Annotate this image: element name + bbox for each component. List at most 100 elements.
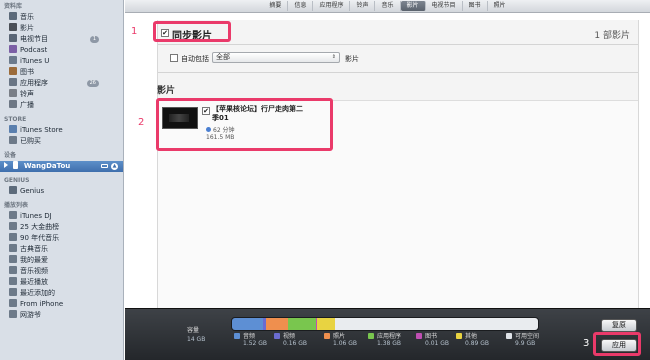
disclosure-triangle-icon[interactable]	[4, 162, 8, 168]
legend-name: 音频	[243, 333, 256, 340]
legend-value: 0.01 GB	[425, 340, 450, 347]
sidebar-item-playlist[interactable]: From iPhone	[0, 299, 123, 310]
legend-swatch	[368, 333, 374, 339]
legend-value: 1.38 GB	[377, 340, 402, 347]
sidebar-item-tv[interactable]: 电视节目 1	[0, 34, 123, 45]
legend-swatch	[324, 333, 330, 339]
sidebar-item-label: From iPhone	[20, 300, 64, 308]
divider	[158, 44, 638, 45]
genius-atom-icon	[9, 186, 17, 194]
sidebar-item-playlist[interactable]: 网游爷	[0, 310, 123, 321]
legend-item: 图书 0.01 GB	[416, 333, 450, 347]
sidebar-item-gear-playlist[interactable]: 最近添加的	[0, 288, 123, 299]
tab-7[interactable]: 图书	[463, 1, 488, 11]
tab-1[interactable]: 信息	[288, 1, 314, 11]
legend-value: 1.06 GB	[333, 340, 358, 347]
sidebar-item-radio[interactable]: 广播	[0, 100, 123, 111]
divider	[158, 72, 638, 73]
sidebar-item-label: 电视节目	[20, 35, 48, 43]
sidebar-item-label: 影片	[20, 24, 34, 32]
bell-icon	[9, 89, 17, 97]
gear-playlist-icon	[9, 222, 17, 230]
gear-playlist-icon	[9, 255, 17, 263]
sidebar-item-label: iTunes Store	[20, 126, 63, 134]
sidebar-item-graduation-cap[interactable]: iTunes U	[0, 56, 123, 67]
legend-name: 视频	[283, 333, 296, 340]
tab-6[interactable]: 电视节目	[426, 1, 463, 11]
auto-include-checkbox[interactable]	[170, 54, 178, 62]
legend-item: 应用程序 1.38 GB	[368, 333, 402, 347]
revert-button[interactable]: 复原	[601, 319, 637, 332]
sidebar-item-film[interactable]: 影片	[0, 23, 123, 34]
legend-item: 照片 1.06 GB	[324, 333, 358, 347]
legend-name: 图书	[425, 333, 438, 340]
gear-playlist-icon	[9, 288, 17, 296]
gear-playlist-icon	[9, 266, 17, 274]
sidebar-item-label: 我的最爱	[20, 256, 48, 264]
tab-2[interactable]: 应用程序	[313, 1, 351, 11]
capacity-bar	[231, 317, 539, 331]
sidebar-item-label: iTunes DJ	[20, 212, 52, 220]
tab-3[interactable]: 铃声	[350, 1, 376, 11]
sidebar: 资料库 音乐 影片 电视节目 1 Podcast iTunes U 图书 应用程序 26 铃声 广播…	[0, 0, 124, 360]
sidebar-item-gear-playlist[interactable]: 25 大金曲榜	[0, 222, 123, 233]
sidebar-item-label: 最近添加的	[20, 289, 55, 297]
eject-icon[interactable]: ▲	[111, 163, 118, 170]
legend-item: 音频 1.52 GB	[234, 333, 268, 347]
sidebar-item-bell[interactable]: 铃声	[0, 89, 123, 100]
sidebar-item-podcast[interactable]: Podcast	[0, 45, 123, 56]
tab-5[interactable]: 影片	[400, 1, 426, 11]
legend-value: 1.52 GB	[243, 340, 268, 347]
playlists-list: iTunes DJ 25 大金曲榜 90 年代音乐 古典音乐我的最爱音乐视频 最近播放最…	[0, 211, 123, 321]
sidebar-item-gear-playlist[interactable]: 我的最爱	[0, 255, 123, 266]
sidebar-item-label: 应用程序	[20, 79, 48, 87]
dj-icon	[9, 211, 17, 219]
sidebar-item-device[interactable]: WangDaTou ▲	[0, 161, 123, 172]
legend-swatch	[416, 333, 422, 339]
apps-icon	[9, 78, 17, 86]
sidebar-item-gear-playlist[interactable]: 古典音乐	[0, 244, 123, 255]
sidebar-item-label: iTunes U	[20, 57, 50, 65]
legend-swatch	[274, 333, 280, 339]
tab-0[interactable]: 摘要	[263, 1, 289, 11]
playlists-header: 播放列表	[4, 202, 29, 209]
tab-4[interactable]: 音乐	[375, 1, 401, 11]
sidebar-item-label: 古典音乐	[20, 245, 48, 253]
legend-name: 可用空间	[515, 333, 540, 340]
sidebar-item-dj[interactable]: iTunes DJ	[0, 211, 123, 222]
capacity-segment	[335, 318, 538, 330]
sidebar-item-apps[interactable]: 应用程序 26	[0, 78, 123, 89]
auto-include-select[interactable]: 全部 ⇕	[212, 52, 340, 63]
sidebar-item-genius-atom[interactable]: Genius	[0, 186, 123, 197]
library-list: 音乐影片电视节目 1 Podcast iTunes U 图书 应用程序 26 铃声 广播	[0, 12, 123, 111]
playlist-icon	[9, 299, 17, 307]
sidebar-item-label: 90 年代音乐	[20, 234, 60, 242]
genius-header: GENIUS	[4, 177, 30, 184]
sidebar-item-music-note[interactable]: 音乐	[0, 12, 123, 23]
gear-playlist-icon	[9, 233, 17, 241]
sidebar-item-label: 最近播放	[20, 278, 48, 286]
sidebar-item-label: 网游爷	[20, 311, 41, 319]
legend-item: 可用空间 9.9 GB	[506, 333, 540, 347]
auto-include-suffix: 影片	[345, 55, 359, 63]
sidebar-item-gear-playlist[interactable]: 90 年代音乐	[0, 233, 123, 244]
sidebar-item-label: Podcast	[20, 46, 48, 54]
capacity-label: 容量	[187, 327, 200, 334]
sidebar-item-label: Genius	[20, 187, 45, 195]
battery-icon	[101, 164, 108, 168]
annotation-number: 2	[138, 117, 145, 128]
sidebar-item-book[interactable]: 图书	[0, 67, 123, 78]
sidebar-item-label: 广播	[20, 101, 34, 109]
sidebar-item-store[interactable]: iTunes Store	[0, 125, 123, 136]
highlight-box-sync	[153, 21, 231, 42]
tab-8[interactable]: 照片	[488, 1, 512, 11]
sidebar-item-gear-playlist[interactable]: 最近播放	[0, 277, 123, 288]
capacity-segment	[288, 318, 317, 330]
sidebar-item-label: 音乐	[20, 13, 34, 21]
sidebar-item-gear-playlist[interactable]: 音乐视频	[0, 266, 123, 277]
capacity-segment	[232, 318, 264, 330]
movies-section-title: 影片	[157, 86, 176, 96]
purchased-icon	[9, 136, 17, 144]
sidebar-item-label: 已购买	[20, 137, 41, 145]
sidebar-item-purchased[interactable]: 已购买	[0, 136, 123, 147]
